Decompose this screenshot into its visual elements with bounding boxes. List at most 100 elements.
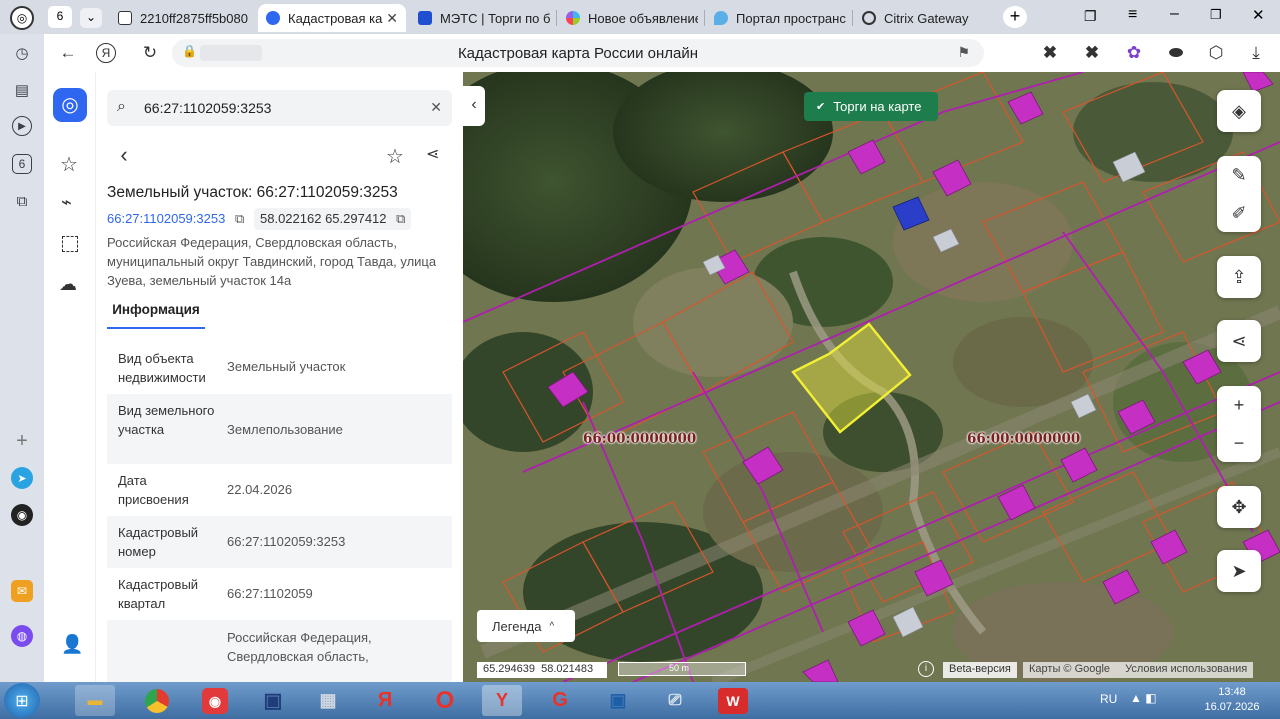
address-bar[interactable]: 🔒 Кадастровая карта России онлайн ⚑	[172, 39, 984, 67]
tab-citrix[interactable]: Citrix Gateway	[854, 4, 996, 32]
locate-button[interactable]: ➤	[1217, 550, 1261, 592]
route-icon[interactable]: ⌁	[61, 192, 72, 213]
page-title: Кадастровая карта России онлайн	[457, 45, 699, 62]
profile-icon[interactable]: 👤	[61, 634, 83, 655]
menu-icon[interactable]: ≡	[1128, 6, 1137, 24]
bookmarks-panel-icon[interactable]: ❐	[1084, 8, 1097, 25]
tab-new-listing[interactable]: Новое объявление	[558, 4, 698, 32]
check-icon: ✔	[816, 101, 826, 113]
downloads-icon[interactable]: ⤓	[1244, 41, 1268, 65]
messenger-icon[interactable]: ◍	[11, 625, 33, 647]
bookmark-icon[interactable]: ⚑	[957, 44, 970, 61]
clock[interactable]: 13:48 16.07.2026	[1200, 685, 1264, 715]
history-icon[interactable]: ◷	[11, 42, 33, 64]
select-area-icon[interactable]	[62, 236, 78, 252]
opera-gx-icon[interactable]: ◉	[202, 688, 228, 714]
file-explorer-icon[interactable]: ▬	[75, 685, 115, 716]
layers-button[interactable]: ◈	[1217, 90, 1261, 132]
row-key: Дата присвоения	[118, 473, 189, 507]
cloud-icon[interactable]: ☁	[59, 274, 77, 295]
document-icon	[118, 11, 132, 25]
new-tab-button[interactable]: +	[1003, 6, 1027, 28]
back-icon[interactable]: ←	[56, 41, 80, 65]
chrome-icon[interactable]	[137, 685, 177, 716]
telegram-icon[interactable]: ➤	[11, 467, 33, 489]
favorite-star-icon[interactable]: ☆	[386, 144, 404, 169]
play-icon[interactable]: ▶	[12, 116, 32, 136]
extension-2-icon[interactable]: ✖	[1080, 41, 1104, 65]
remote-desktop-icon[interactable]: ▣	[598, 685, 638, 716]
restore-icon[interactable]: ❐	[1210, 7, 1222, 23]
row-key: Вид земельного участка	[118, 403, 215, 437]
clear-search-icon[interactable]: ✕	[430, 99, 442, 116]
table-row: Кадастровый квартал 66:27:1102059	[107, 568, 452, 620]
extension-3-icon[interactable]: ✿	[1122, 41, 1146, 65]
clock-time: 13:48	[1218, 686, 1246, 698]
back-arrow-icon[interactable]: ‹	[108, 140, 140, 172]
app-logo-icon[interactable]: ◎	[53, 88, 87, 122]
info-icon[interactable]: i	[918, 661, 934, 677]
tab-hash[interactable]: 2210ff2875ff5b080	[110, 4, 254, 32]
tab-portal[interactable]: Портал пространс	[706, 4, 848, 32]
copy-icon[interactable]: ⧉	[235, 211, 244, 226]
mail-icon[interactable]: ✉	[11, 580, 33, 602]
save-icon[interactable]: ▣	[253, 685, 293, 716]
opera-icon[interactable]: O	[425, 685, 465, 716]
torgi-label[interactable]: Торги на карте	[833, 99, 921, 114]
row-key: Кадастровый номер	[118, 525, 199, 559]
reload-icon[interactable]: ↻	[138, 41, 162, 65]
calculator-icon[interactable]: ▦	[308, 685, 348, 716]
mets-icon	[418, 11, 432, 25]
language-indicator[interactable]: RU	[1100, 692, 1117, 706]
torgi-on-map-button[interactable]: ✔ Торги на карте	[804, 92, 938, 121]
tab-mets[interactable]: МЭТС | Торги по б	[410, 4, 552, 32]
favorites-icon[interactable]: ☆	[60, 152, 78, 177]
search-field[interactable]: ⌕ 66:27:1102059:3253 ✕	[107, 90, 452, 126]
screenshot-icon[interactable]: ⧉	[11, 190, 33, 212]
sidebar-badge[interactable]: 6	[12, 154, 32, 174]
extension-1-icon[interactable]: ✖	[1038, 41, 1062, 65]
wps-icon[interactable]: W	[718, 688, 748, 714]
yandex-browser-icon[interactable]: Я	[365, 685, 405, 716]
map-view[interactable]: 66:00:0000000 66:00:0000000 ‹ ✔ Торги на…	[463, 72, 1280, 682]
start-button[interactable]: ⊞	[4, 683, 40, 718]
tab-information[interactable]: Информация	[107, 298, 205, 329]
share-map-button[interactable]: ⋖	[1217, 320, 1261, 362]
tab-counter-button[interactable]: 6	[48, 6, 72, 28]
zoom-out-icon[interactable]: −	[1234, 433, 1245, 454]
copy-coordinates-icon[interactable]: ⧉	[396, 211, 405, 226]
zoom-in-icon[interactable]: +	[1234, 395, 1245, 416]
extension-4-icon[interactable]: ⬬	[1164, 41, 1188, 65]
legend-button[interactable]: Легенда ^	[477, 610, 575, 642]
close-window-icon[interactable]: ✕	[1252, 6, 1265, 24]
tab-label: Портал пространс	[736, 10, 846, 26]
minimize-icon[interactable]: –	[1170, 5, 1179, 23]
portal-icon	[714, 11, 728, 25]
quarter-label: 66:00:0000000	[967, 431, 1081, 447]
cadastral-number-link[interactable]: 66:27:1102059:3253 ⧉	[101, 208, 250, 230]
scanner-icon[interactable]: ⎚	[655, 685, 695, 716]
tray-icons[interactable]: ▲ ◧	[1130, 691, 1157, 705]
upload-button[interactable]: ⇪	[1217, 256, 1261, 298]
add-panel-icon[interactable]: +	[11, 430, 33, 452]
extension-5-icon[interactable]: ⬡	[1204, 41, 1228, 65]
coordinates-chip[interactable]: 58.022162 65.297412 ⧉	[254, 208, 412, 230]
yandex-app-icon[interactable]: Y	[482, 685, 522, 716]
edit-icon[interactable]: ✐	[1231, 203, 1246, 224]
cadastral-number-text[interactable]: 66:27:1102059:3253	[107, 211, 225, 226]
app-c-icon[interactable]: G	[540, 685, 580, 716]
tab-cadastral-map[interactable]: Кадастровая ка ✕	[258, 4, 406, 32]
share-icon[interactable]: ⋖	[426, 144, 439, 164]
collapse-panel-button[interactable]: ‹	[463, 86, 485, 126]
browser-logo-icon[interactable]: ◎	[10, 6, 34, 30]
terms-link[interactable]: Условия использования	[1125, 663, 1247, 675]
ruler-icon[interactable]: ✎	[1231, 165, 1246, 186]
close-tab-icon[interactable]: ✕	[386, 10, 398, 27]
legend-label[interactable]: Легенда	[492, 619, 541, 634]
tabs-dropdown-icon[interactable]: ⌄	[80, 8, 102, 28]
alice-icon[interactable]: ◉	[11, 504, 33, 526]
search-input[interactable]: 66:27:1102059:3253	[144, 100, 271, 116]
yandex-icon[interactable]: Я	[96, 43, 116, 63]
collections-icon[interactable]: ▤	[11, 79, 33, 101]
pan-button[interactable]: ✥	[1217, 486, 1261, 528]
